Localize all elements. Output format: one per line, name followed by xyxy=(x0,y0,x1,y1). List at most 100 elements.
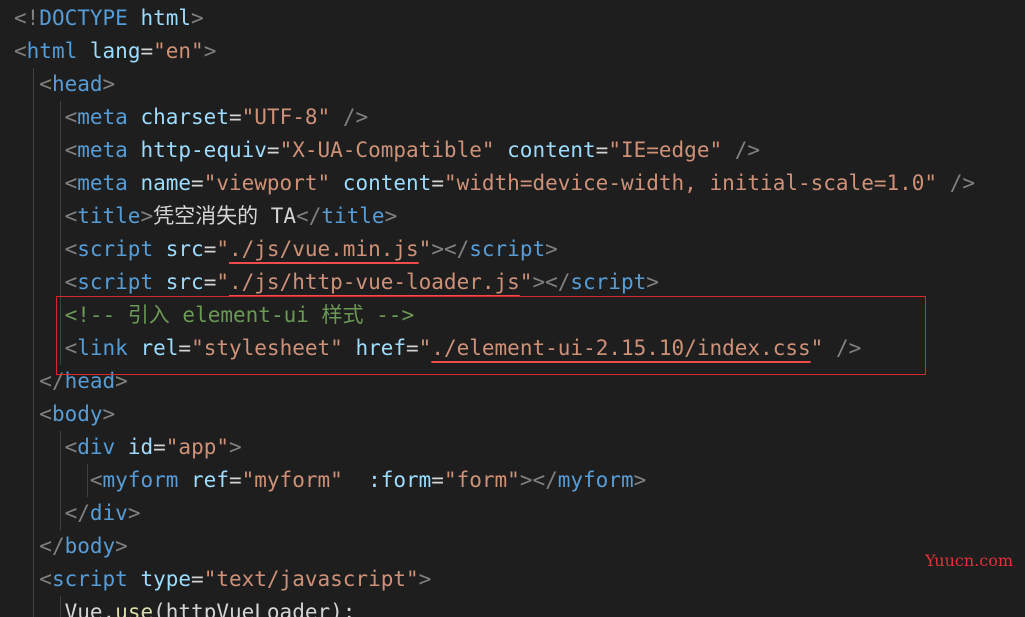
token-text: = xyxy=(153,435,166,459)
code-line[interactable]: </head> xyxy=(14,365,128,398)
code-line[interactable]: <myform ref="myform" :form="form"></myfo… xyxy=(14,464,646,497)
token-tag: body xyxy=(51,402,103,426)
token-tag: meta xyxy=(77,105,128,129)
code-line[interactable]: <meta name="viewport" content="width=dev… xyxy=(14,167,975,200)
code-editor[interactable]: <!DOCTYPE html> <html lang="en"> <head> <… xyxy=(0,0,1025,617)
code-line[interactable]: </div> xyxy=(14,497,141,530)
token-punct: <! xyxy=(14,6,40,30)
token-attr: http-equiv xyxy=(140,138,267,162)
token-string: " xyxy=(216,237,229,261)
code-line[interactable]: <script src="./js/vue.min.js"></script> xyxy=(14,233,558,266)
token-string: "en" xyxy=(153,39,204,63)
token-attr: content xyxy=(342,171,432,195)
token-tag: script xyxy=(469,237,546,261)
code-line[interactable]: <body> xyxy=(14,398,115,431)
code-line[interactable]: <script src="./js/http-vue-loader.js"></… xyxy=(14,266,659,299)
token-punct: </ xyxy=(39,534,65,558)
code-line[interactable]: <!-- 引入 element-ui 样式 --> xyxy=(14,299,415,332)
token-string: " xyxy=(519,270,533,294)
token-punct: < xyxy=(64,336,78,360)
code-line[interactable]: <!DOCTYPE html> xyxy=(14,2,204,35)
watermark: Yuucn.com xyxy=(925,551,1013,570)
token-text: httpVueLoader xyxy=(165,600,331,617)
code-line[interactable]: <html lang="en"> xyxy=(14,35,216,68)
token-tag: myform xyxy=(102,468,179,492)
token-string: "viewport" xyxy=(203,171,331,195)
token-text: = xyxy=(431,171,444,195)
token-tag: head xyxy=(64,369,116,393)
code-line[interactable]: <meta charset="UTF-8" /> xyxy=(14,101,369,134)
token-punct: < xyxy=(64,204,78,228)
token-text: = xyxy=(228,105,242,129)
code-line[interactable]: <link rel="stylesheet" href="./element-u… xyxy=(14,332,862,365)
token-punct: > xyxy=(203,39,217,63)
token-text: = xyxy=(406,336,419,360)
token-string: " xyxy=(418,237,432,261)
token-text: . xyxy=(102,600,116,617)
token-punct: > xyxy=(115,534,128,558)
code-line[interactable]: <script type="text/javascript"> xyxy=(14,563,431,596)
token-punct: </ xyxy=(39,369,65,393)
token-func: use xyxy=(115,600,154,617)
token-attr: href xyxy=(355,336,407,360)
token-attr: charset xyxy=(140,105,229,129)
token-punct: > xyxy=(384,204,398,228)
code-line[interactable]: </body> xyxy=(14,530,128,563)
token-tag: div xyxy=(89,501,128,525)
token-string: "myform" xyxy=(241,468,343,492)
token-attr: name xyxy=(140,171,192,195)
token-tag: script xyxy=(77,270,154,294)
token-punct: ></ xyxy=(431,237,470,261)
token-punct: > xyxy=(418,567,432,591)
token-text: = xyxy=(191,567,204,591)
token-string: "text/javascript" xyxy=(203,567,419,591)
token-punct: < xyxy=(14,39,27,63)
token-punct: < xyxy=(64,270,78,294)
code-line[interactable]: <meta http-equiv="X-UA-Compatible" conte… xyxy=(14,134,761,167)
token-tag: script xyxy=(570,270,647,294)
token-text: = xyxy=(228,468,242,492)
token-attr: :form xyxy=(368,468,432,492)
token-text: = xyxy=(191,171,204,195)
token-attr: type xyxy=(140,567,192,591)
token-string: "UTF-8" xyxy=(241,105,331,129)
token-tag: div xyxy=(77,435,116,459)
code-line[interactable]: <div id="app"> xyxy=(14,431,242,464)
code-line[interactable]: Vue.use(httpVueLoader); xyxy=(14,596,356,617)
token-punct: > xyxy=(115,369,128,393)
token-text: = xyxy=(178,336,192,360)
token-punct: </ xyxy=(296,204,322,228)
token-punct: < xyxy=(64,171,78,195)
token-punct: > xyxy=(646,270,659,294)
token-string: "width=device-width, initial-scale=1.0" xyxy=(443,171,938,195)
token-attr: rel xyxy=(140,336,179,360)
token-text: = xyxy=(140,39,154,63)
code-line[interactable]: <title>凭空消失的 TA</title> xyxy=(14,200,398,233)
token-punct: < xyxy=(39,402,52,426)
token-string: "stylesheet" xyxy=(191,336,343,360)
token-string: "X-UA-Compatible" xyxy=(279,138,495,162)
token-attr: src xyxy=(165,270,204,294)
token-string: "form" xyxy=(443,468,520,492)
token-attr: src xyxy=(165,237,204,261)
token-punct: /> xyxy=(342,105,369,129)
code-line[interactable]: <head> xyxy=(14,68,115,101)
token-tag: body xyxy=(64,534,116,558)
token-punct: < xyxy=(64,105,78,129)
token-punct: < xyxy=(64,237,78,261)
